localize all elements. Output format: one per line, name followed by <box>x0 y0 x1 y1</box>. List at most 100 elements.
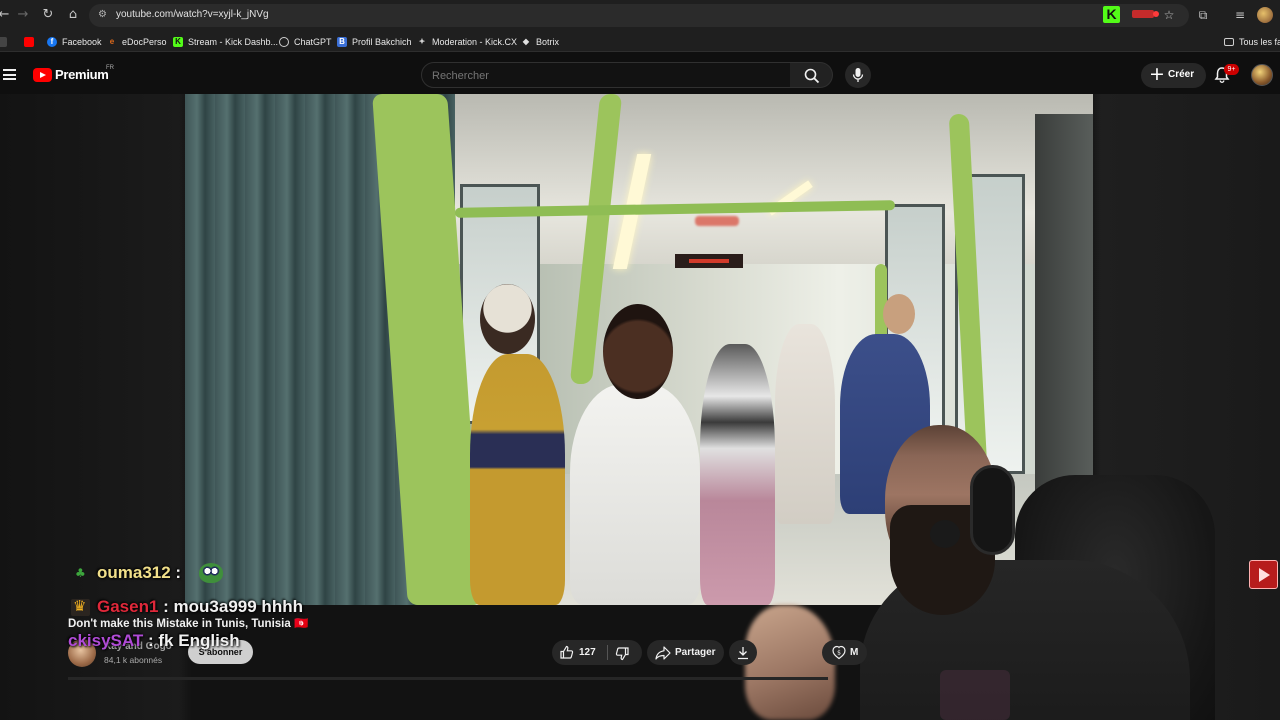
youtube-premium-logo[interactable]: Premium <box>55 67 109 82</box>
youtube-icon <box>24 37 34 47</box>
bookmark-moderation-kick[interactable]: ✦ Moderation - Kick.CX <box>417 35 517 49</box>
chat-message: Gasen1 : mou3a999 hhhh <box>97 597 303 617</box>
chat-text: fk English <box>153 631 240 650</box>
super-thanks-icon: $ <box>832 645 846 660</box>
region-code: FR <box>106 65 114 71</box>
video-frame-person <box>470 354 565 605</box>
address-bar[interactable]: ⚙ youtube.com/watch?v=xyjl-k_jNVg <box>89 4 1189 27</box>
create-label: Créer <box>1168 69 1195 80</box>
bookmark-label: Moderation - Kick.CX <box>432 37 518 47</box>
home-icon[interactable]: ⌂ <box>65 7 81 23</box>
subscribe-corner-icon[interactable] <box>1249 560 1278 589</box>
download-button[interactable] <box>729 640 757 665</box>
chat-separator: : <box>170 563 182 582</box>
bookmark-label: Facebook <box>62 37 102 47</box>
search-button[interactable] <box>790 62 833 88</box>
folder-icon <box>1224 38 1234 46</box>
like-count: 127 <box>579 647 596 658</box>
chat-separator: : <box>158 597 169 616</box>
plus-icon: + <box>1149 63 1165 85</box>
thumbs-down-icon[interactable] <box>615 646 630 661</box>
video-frame-person <box>775 324 835 524</box>
extensions-icon[interactable]: ⧉ <box>1195 7 1211 23</box>
chat-message: ckisySAT : fk English <box>68 631 240 651</box>
pepe-emote-icon <box>199 563 223 583</box>
svg-text:$: $ <box>837 650 841 657</box>
youtube-header: Premium FR + Créer <box>0 56 1280 94</box>
microphone-boom <box>930 520 960 548</box>
youtube-logo-icon[interactable] <box>33 68 52 82</box>
bookmark-botrix[interactable]: ◆ Botrix <box>521 35 559 49</box>
video-frame-person-head <box>603 304 673 399</box>
video-frame-person <box>570 384 700 605</box>
kick-icon: K <box>173 37 183 47</box>
bookmarks-bar: f Facebook e eDocPerso K Stream - Kick D… <box>0 31 1280 52</box>
bookmark-kick-dashboard[interactable]: K Stream - Kick Dashb... <box>173 35 278 49</box>
all-bookmarks-folder[interactable]: Tous les fav <box>1224 35 1280 49</box>
video-frame-red-sign <box>695 216 739 226</box>
site-info-icon[interactable]: ⚙ <box>98 9 107 20</box>
chat-username: Gasen1 <box>97 597 159 616</box>
share-button[interactable]: Partager <box>647 640 724 665</box>
all-bookmarks-label: Tous les fav <box>1239 37 1280 47</box>
bakchich-icon: B <box>337 37 347 47</box>
facebook-icon: f <box>47 37 57 47</box>
chat-text: mou3a999 hhhh <box>168 597 303 616</box>
download-icon <box>738 647 748 660</box>
share-label: Partager <box>675 647 716 658</box>
account-avatar[interactable] <box>1251 64 1273 86</box>
create-button[interactable]: + Créer <box>1141 63 1206 88</box>
bookmark-label: eDocPerso <box>122 37 167 47</box>
streamer-hand <box>745 605 835 720</box>
bookmark-label: Profil Bakchich <box>352 37 412 47</box>
url-text: youtube.com/watch?v=xyjl-k_jNVg <box>116 9 269 20</box>
thanks-button[interactable]: $ M <box>822 640 867 665</box>
share-arrow-icon <box>655 646 671 660</box>
notification-badge: 9+ <box>1224 64 1239 75</box>
bookmark-label: ChatGPT <box>294 37 332 47</box>
apps-icon[interactable] <box>0 35 12 49</box>
thumbs-up-icon[interactable] <box>559 645 574 660</box>
crown-badge-icon <box>71 597 90 616</box>
bookmark-label: Stream - Kick Dashb... <box>188 37 279 47</box>
search-box[interactable] <box>421 62 791 88</box>
browser-profile-avatar[interactable] <box>1257 7 1273 23</box>
video-title-text: Don't make this Mistake in Tunis, Tunisi… <box>68 618 309 630</box>
moderation-icon: ✦ <box>418 37 426 46</box>
bookmark-chatgpt[interactable]: ChatGPT <box>279 35 332 49</box>
red-extension-icon[interactable] <box>1130 7 1160 21</box>
chat-separator: : <box>143 631 154 650</box>
video-frame-person-head <box>883 294 915 334</box>
shirt-print <box>940 670 1010 720</box>
reload-icon[interactable]: ↻ <box>40 7 56 23</box>
chat-message: ouma312 : <box>97 563 181 583</box>
bookmark-youtube[interactable] <box>24 35 39 49</box>
browser-toolbar: ← → ↻ ⌂ ⚙ youtube.com/watch?v=xyjl-k_jNV… <box>0 0 1280 31</box>
back-icon[interactable]: ← <box>0 7 12 23</box>
like-dislike-group: 127 <box>552 640 642 665</box>
bookmark-profil-bakchich[interactable]: B Profil Bakchich <box>337 35 412 49</box>
search-input[interactable] <box>432 68 772 83</box>
forward-icon[interactable]: → <box>15 7 31 23</box>
microphone-icon <box>852 68 864 82</box>
bookmark-facebook[interactable]: f Facebook <box>47 35 102 49</box>
reading-list-icon[interactable]: ≡ <box>1232 7 1248 23</box>
bookmark-edocperso[interactable]: e eDocPerso <box>107 35 167 49</box>
subscriber-count: 84,1 k abonnés <box>104 655 163 665</box>
video-frame-person <box>700 344 775 605</box>
video-frame-person-head <box>480 284 535 354</box>
voice-search-button[interactable] <box>845 62 871 88</box>
menu-icon[interactable] <box>3 69 16 80</box>
kick-extension-icon[interactable]: K <box>1103 6 1120 23</box>
thanks-label: M <box>850 647 859 658</box>
like-divider <box>607 645 608 660</box>
search-icon <box>804 68 820 84</box>
video-title: Don't make this Mistake in Tunis, Tunisi… <box>68 616 308 630</box>
video-progress-bar[interactable] <box>68 677 828 680</box>
bookmark-label: Botrix <box>536 37 560 47</box>
streamer-webcam <box>830 410 1230 720</box>
bookmark-star-icon[interactable]: ☆ <box>1161 7 1177 23</box>
chatgpt-icon <box>279 37 289 47</box>
chat-username: ouma312 <box>97 563 171 582</box>
video-frame-display <box>675 254 743 268</box>
